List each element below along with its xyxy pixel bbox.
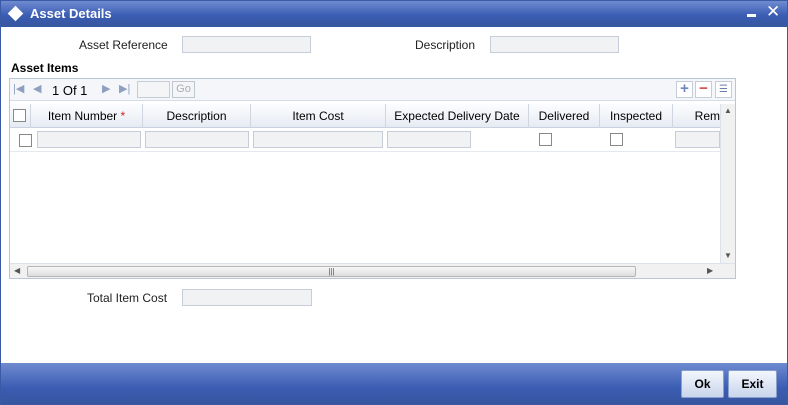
pager-text: 1 Of 1 (52, 83, 88, 98)
total-item-cost-field[interactable] (182, 289, 312, 306)
ok-button[interactable]: Ok (681, 370, 724, 398)
first-page-icon[interactable]: |◀ (13, 82, 24, 95)
vertical-scrollbar[interactable]: ▲ ▼ (720, 104, 735, 263)
inspected-checkbox[interactable] (610, 133, 623, 146)
asset-items-title: Asset Items (11, 61, 79, 75)
select-all-checkbox[interactable] (13, 109, 26, 122)
close-icon[interactable]: ✕ (766, 2, 780, 22)
grid-toolbar: |◀ ◀ 1 Of 1 ▶ ▶| Go + − ☰ (10, 79, 735, 101)
item-number-field[interactable] (37, 131, 141, 148)
description-label: Description (415, 38, 476, 52)
asset-reference-field[interactable] (182, 36, 311, 53)
remarks-field[interactable] (675, 131, 720, 148)
diamond-icon (7, 5, 24, 22)
description-field[interactable] (490, 36, 619, 53)
go-button[interactable]: Go (172, 81, 195, 98)
exit-button[interactable]: Exit (728, 370, 777, 398)
description-cell-field[interactable] (145, 131, 249, 148)
column-header-remarks[interactable]: Rem (673, 104, 720, 128)
window-title: Asset Details (30, 6, 112, 21)
select-all-cell (10, 104, 31, 128)
asset-details-window: Asset Details ✕ Asset Reference Descript… (0, 0, 788, 405)
column-header-expected-delivery-date[interactable]: Expected Delivery Date (386, 104, 529, 128)
title-bar: Asset Details ✕ (1, 1, 787, 27)
item-cost-field[interactable] (253, 131, 383, 148)
column-header-inspected[interactable]: Inspected (600, 104, 673, 128)
scroll-right-icon[interactable]: ▶ (707, 266, 713, 275)
page-number-input[interactable] (137, 81, 170, 98)
scroll-left-icon[interactable]: ◀ (14, 266, 20, 275)
column-header-description[interactable]: Description (143, 104, 251, 128)
expected-delivery-date-field[interactable] (387, 131, 471, 148)
asset-items-grid: |◀ ◀ 1 Of 1 ▶ ▶| Go + − ☰ Item Number * … (9, 78, 736, 279)
horizontal-scrollbar[interactable]: ◀ ||| ▶ (10, 263, 735, 278)
total-item-cost-label: Total Item Cost (87, 291, 168, 305)
next-page-icon[interactable]: ▶ (102, 82, 110, 95)
column-header-delivered[interactable]: Delivered (529, 104, 600, 128)
scrollbar-thumb[interactable]: ||| (27, 266, 636, 277)
delivered-checkbox[interactable] (539, 133, 552, 146)
add-row-icon[interactable]: + (676, 81, 693, 98)
grid-header-row: Item Number * Description Item Cost Expe… (10, 104, 720, 128)
asset-reference-label: Asset Reference (79, 38, 168, 52)
footer-bar: Ok Exit (1, 363, 787, 404)
column-header-item-cost[interactable]: Item Cost (251, 104, 386, 128)
scroll-down-icon[interactable]: ▼ (724, 251, 732, 260)
scroll-up-icon[interactable]: ▲ (724, 106, 732, 115)
column-header-item-number[interactable]: Item Number * (31, 104, 143, 128)
row-select-checkbox[interactable] (19, 134, 32, 147)
last-page-icon[interactable]: ▶| (119, 82, 130, 95)
delete-row-icon[interactable]: − (695, 81, 712, 98)
table-row (10, 128, 720, 152)
previous-page-icon[interactable]: ◀ (33, 82, 41, 95)
single-record-view-icon[interactable]: ☰ (715, 81, 732, 98)
minimize-icon[interactable] (747, 14, 756, 17)
required-marker: * (120, 109, 126, 123)
